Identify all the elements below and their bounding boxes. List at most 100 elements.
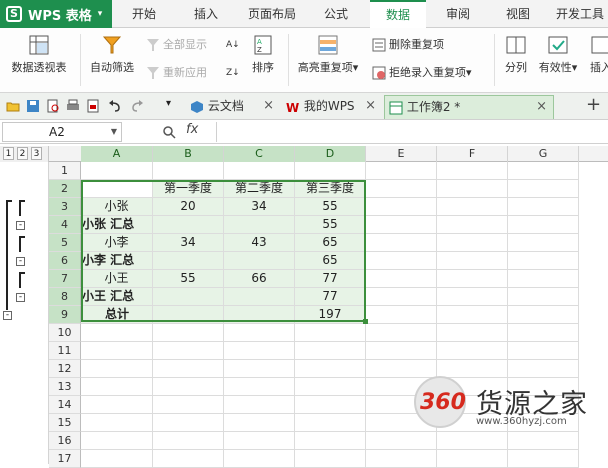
cell-c5[interactable]: 43 bbox=[224, 234, 295, 252]
split-column-button[interactable]: 分列 bbox=[500, 34, 532, 75]
cell-b9[interactable] bbox=[153, 306, 224, 324]
redo-icon[interactable] bbox=[130, 99, 144, 113]
cell-b17[interactable] bbox=[153, 450, 224, 468]
row-header-6[interactable]: 6 bbox=[49, 252, 81, 270]
cell-f11[interactable] bbox=[437, 342, 508, 360]
cell-f4[interactable] bbox=[437, 216, 508, 234]
cell-a12[interactable] bbox=[81, 360, 153, 378]
sort-ascending-button[interactable]: A↓ bbox=[226, 36, 243, 50]
cell-c9[interactable] bbox=[224, 306, 295, 324]
cell-g4[interactable] bbox=[508, 216, 579, 234]
row-header-3[interactable]: 3 bbox=[49, 198, 81, 216]
cell-f3[interactable] bbox=[437, 198, 508, 216]
cell-f2[interactable] bbox=[437, 180, 508, 198]
column-header-d[interactable]: D bbox=[295, 146, 366, 162]
tab-view[interactable]: 视图 bbox=[492, 0, 544, 28]
cell-f17[interactable] bbox=[437, 450, 508, 468]
insert-button[interactable]: 插入 bbox=[586, 34, 608, 75]
doc-tab-cloud[interactable]: 云文档 × bbox=[186, 95, 280, 119]
cell-a7[interactable]: 小王 bbox=[81, 270, 153, 288]
column-header-b[interactable]: B bbox=[153, 146, 224, 162]
doc-tab-my-wps[interactable]: W 我的WPS × bbox=[282, 95, 382, 119]
cell-d1[interactable] bbox=[295, 162, 366, 180]
cell-a15[interactable] bbox=[81, 414, 153, 432]
row-header-9[interactable]: 9 bbox=[49, 306, 81, 324]
cell-e2[interactable] bbox=[366, 180, 437, 198]
row-header-16[interactable]: 16 bbox=[49, 432, 81, 450]
column-header-e[interactable]: E bbox=[366, 146, 437, 162]
row-header-15[interactable]: 15 bbox=[49, 414, 81, 432]
cell-f6[interactable] bbox=[437, 252, 508, 270]
row-header-11[interactable]: 11 bbox=[49, 342, 81, 360]
cell-d3[interactable]: 55 bbox=[295, 198, 366, 216]
tab-formulas[interactable]: 公式 bbox=[310, 0, 362, 28]
collapse-group-button[interactable]: - bbox=[16, 221, 25, 230]
cell-b10[interactable] bbox=[153, 324, 224, 342]
collapse-group-button[interactable]: - bbox=[16, 293, 25, 302]
column-header-c[interactable]: C bbox=[224, 146, 295, 162]
new-tab-icon[interactable]: + bbox=[586, 94, 601, 115]
outline-level-3-button[interactable]: 3 bbox=[31, 147, 42, 160]
tab-review[interactable]: 审阅 bbox=[432, 0, 484, 28]
cell-d7[interactable]: 77 bbox=[295, 270, 366, 288]
cell-g8[interactable] bbox=[508, 288, 579, 306]
sort-descending-button[interactable]: Z↓ bbox=[226, 64, 243, 78]
cell-c10[interactable] bbox=[224, 324, 295, 342]
name-box[interactable]: A2 ▼ bbox=[2, 122, 122, 142]
close-icon[interactable]: × bbox=[536, 96, 547, 118]
cell-f10[interactable] bbox=[437, 324, 508, 342]
cell-b12[interactable] bbox=[153, 360, 224, 378]
show-all-button[interactable]: 全部显示 bbox=[146, 36, 207, 52]
pivot-table-button[interactable]: 数据透视表 bbox=[6, 34, 72, 75]
cell-b2[interactable]: 第一季度 bbox=[153, 180, 224, 198]
cell-d16[interactable] bbox=[295, 432, 366, 450]
cell-g3[interactable] bbox=[508, 198, 579, 216]
cell-c13[interactable] bbox=[224, 378, 295, 396]
cell-c11[interactable] bbox=[224, 342, 295, 360]
cell-e11[interactable] bbox=[366, 342, 437, 360]
cell-d17[interactable] bbox=[295, 450, 366, 468]
cell-g10[interactable] bbox=[508, 324, 579, 342]
cell-d10[interactable] bbox=[295, 324, 366, 342]
cell-c14[interactable] bbox=[224, 396, 295, 414]
cell-d11[interactable] bbox=[295, 342, 366, 360]
cell-f16[interactable] bbox=[437, 432, 508, 450]
cell-a2[interactable] bbox=[81, 180, 153, 198]
print-preview-icon[interactable] bbox=[46, 99, 60, 113]
cell-a11[interactable] bbox=[81, 342, 153, 360]
sort-button[interactable]: AZ 排序 bbox=[246, 34, 280, 75]
cell-g11[interactable] bbox=[508, 342, 579, 360]
app-menu-button[interactable]: S WPS 表格 ▾ bbox=[0, 0, 112, 28]
print-icon[interactable] bbox=[66, 99, 80, 113]
cell-b5[interactable]: 34 bbox=[153, 234, 224, 252]
tab-insert[interactable]: 插入 bbox=[180, 0, 232, 28]
cell-c2[interactable]: 第二季度 bbox=[224, 180, 295, 198]
cell-e1[interactable] bbox=[366, 162, 437, 180]
cell-f5[interactable] bbox=[437, 234, 508, 252]
cell-b1[interactable] bbox=[153, 162, 224, 180]
row-header-7[interactable]: 7 bbox=[49, 270, 81, 288]
row-header-1[interactable]: 1 bbox=[49, 162, 81, 180]
open-folder-icon[interactable] bbox=[6, 99, 20, 113]
cell-d8[interactable]: 77 bbox=[295, 288, 366, 306]
cell-b14[interactable] bbox=[153, 396, 224, 414]
column-header-a[interactable]: A bbox=[81, 146, 153, 162]
column-header-g[interactable]: G bbox=[508, 146, 579, 162]
cell-c1[interactable] bbox=[224, 162, 295, 180]
cell-c7[interactable]: 66 bbox=[224, 270, 295, 288]
row-header-10[interactable]: 10 bbox=[49, 324, 81, 342]
cell-b15[interactable] bbox=[153, 414, 224, 432]
close-icon[interactable]: × bbox=[365, 95, 376, 117]
cell-g16[interactable] bbox=[508, 432, 579, 450]
cell-b4[interactable] bbox=[153, 216, 224, 234]
cell-e9[interactable] bbox=[366, 306, 437, 324]
tab-home[interactable]: 开始 bbox=[118, 0, 170, 28]
close-icon[interactable]: × bbox=[263, 95, 274, 117]
cell-a9[interactable]: 总计 bbox=[81, 306, 153, 324]
tab-page-layout[interactable]: 页面布局 bbox=[240, 0, 304, 28]
cell-b7[interactable]: 55 bbox=[153, 270, 224, 288]
cell-c3[interactable]: 34 bbox=[224, 198, 295, 216]
cell-d15[interactable] bbox=[295, 414, 366, 432]
cell-f7[interactable] bbox=[437, 270, 508, 288]
cell-d13[interactable] bbox=[295, 378, 366, 396]
